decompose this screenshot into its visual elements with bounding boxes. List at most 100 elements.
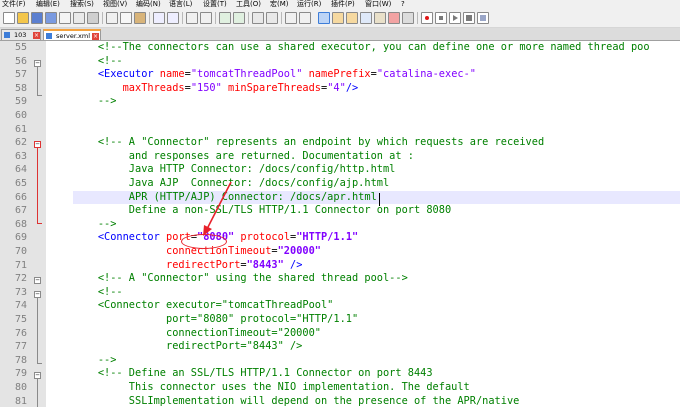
menu-window[interactable]: 窗口(W) (365, 0, 391, 9)
line-number: 78 (14, 354, 27, 366)
save-all-icon[interactable] (45, 12, 57, 24)
xml-tag: <Executor (97, 68, 154, 81)
hide-lines-icon[interactable] (402, 12, 414, 24)
menu-language[interactable]: 语言(L) (169, 0, 192, 9)
comment-text: port="8080" protocol="HTTP/1.1" (166, 313, 359, 325)
fold-marker-icon[interactable]: − (34, 372, 41, 379)
line-number: 67 (14, 205, 27, 217)
tab-server-xml[interactable]: server.xml × (43, 29, 101, 40)
comment-text: <!--The connectors can use a shared exec… (97, 41, 650, 53)
code-line: This connector uses the NIO implementati… (73, 381, 680, 395)
lang-icon[interactable] (332, 12, 344, 24)
code-line: redirectPort="8443" /> (73, 340, 680, 354)
annotation-circle (181, 234, 227, 249)
toolbar-separator (102, 12, 103, 24)
replace-icon[interactable] (200, 12, 212, 24)
open-icon[interactable] (17, 12, 29, 24)
line-number-gutter: 55 56 57 58 59 60 61 62 63 64 65 66 67 6… (0, 41, 46, 407)
code-line: <!-- A "Connector" represents an endpoin… (73, 136, 680, 150)
code-line: <Connector port="8080" protocol="HTTP/1.… (73, 231, 680, 245)
menu-encoding[interactable]: 编码(N) (136, 0, 161, 9)
save-macro-icon[interactable] (477, 12, 489, 24)
undo-icon[interactable] (153, 12, 165, 24)
find-icon[interactable] (186, 12, 198, 24)
func-list-icon[interactable] (360, 12, 372, 24)
line-number: 79 (14, 368, 27, 380)
code-line: connectionTimeout="20000" (73, 245, 680, 259)
fold-marker-icon[interactable]: − (34, 277, 41, 284)
toolbar-separator (215, 12, 216, 24)
xml-value: "tomcatThreadPool" (190, 68, 303, 81)
fold-marker-icon[interactable]: − (34, 60, 41, 67)
sync-v-icon[interactable] (252, 12, 264, 24)
code-line: --> (73, 354, 680, 368)
menu-edit[interactable]: 编辑(E) (36, 0, 60, 9)
play-macro-icon[interactable] (449, 12, 461, 24)
menu-run[interactable]: 运行(R) (297, 0, 321, 9)
fold-marker-icon[interactable]: − (34, 291, 41, 298)
line-number: 64 (14, 164, 27, 176)
menu-tools[interactable]: 工具(O) (236, 0, 261, 9)
paste-icon[interactable] (134, 12, 146, 24)
stop-macro-icon[interactable] (435, 12, 447, 24)
menu-search[interactable]: 搜索(S) (70, 0, 94, 9)
monitor-icon[interactable] (388, 12, 400, 24)
comment-text: Define a non-SSL/TLS HTTP/1.1 Connector … (128, 204, 452, 217)
sync-h-icon[interactable] (266, 12, 278, 24)
menu-help[interactable]: ? (401, 0, 405, 9)
zoom-in-icon[interactable] (219, 12, 231, 24)
tab-label: server.xml (56, 32, 91, 40)
xml-attribute: name (153, 68, 185, 81)
new-icon[interactable] (3, 12, 15, 24)
tab-103[interactable]: 103 × (1, 29, 41, 40)
wrap-icon[interactable] (285, 12, 297, 24)
close-all-icon[interactable] (73, 12, 85, 24)
code-line: connectionTimeout="20000" (73, 327, 680, 341)
line-number: 59 (14, 96, 27, 108)
record-macro-icon[interactable] (421, 12, 433, 24)
fold-marker-icon[interactable]: − (34, 141, 41, 148)
run-macro-multiple-icon[interactable] (463, 12, 475, 24)
file-icon (46, 33, 52, 39)
code-editor[interactable]: <!--The connectors can use a shared exec… (46, 41, 680, 407)
comment-text: Java AJP Connector: /docs/config/ajp.htm… (128, 177, 390, 189)
close-icon[interactable] (59, 12, 71, 24)
comment-text: redirectPort="8443" /> (166, 340, 303, 353)
cut-icon[interactable] (106, 12, 118, 24)
tab-bar: 103 × server.xml × (0, 28, 680, 41)
fold-end (37, 363, 42, 364)
menu-view[interactable]: 视图(V) (103, 0, 127, 9)
toolbar-separator (149, 12, 150, 24)
comment-text: connectionTimeout="20000" (166, 326, 321, 339)
line-number: 70 (14, 246, 27, 257)
menu-settings[interactable]: 设置(T) (203, 0, 227, 9)
zoom-out-icon[interactable] (233, 12, 245, 24)
doc-map-icon[interactable] (346, 12, 358, 24)
code-line: <Connector executor="tomcatThreadPool" (73, 299, 680, 313)
save-icon[interactable] (31, 12, 43, 24)
menu-plugins[interactable]: 插件(P) (331, 0, 355, 9)
menu-macro[interactable]: 宏(M) (270, 0, 289, 9)
code-line: maxThreads="150" minSpareThreads="4"/> (73, 82, 680, 96)
line-number: 68 (14, 218, 27, 230)
toolbar (0, 9, 680, 28)
line-number: 77 (14, 341, 27, 353)
menu-file[interactable]: 文件(F) (2, 0, 26, 9)
copy-icon[interactable] (120, 12, 132, 24)
comment-text: <Connector executor="tomcatThreadPool" (97, 299, 334, 312)
xml-tag: /> (283, 258, 303, 271)
line-number: 72 (14, 273, 27, 285)
redo-icon[interactable] (167, 12, 179, 24)
comment-text: <!-- Define an SSL/TLS HTTP/1.1 Connecto… (97, 367, 433, 380)
print-icon[interactable] (87, 12, 99, 24)
close-icon[interactable]: × (33, 32, 40, 39)
code-line: port="8080" protocol="HTTP/1.1" (73, 313, 680, 327)
close-icon[interactable]: × (92, 33, 99, 40)
folder-workspace-icon[interactable] (374, 12, 386, 24)
menu-bar: 文件(F) 编辑(E) 搜索(S) 视图(V) 编码(N) 语言(L) 设置(T… (0, 0, 680, 9)
indent-guide-icon[interactable] (318, 12, 330, 24)
line-number: 60 (14, 110, 27, 121)
comment-text: --> (97, 95, 117, 108)
all-chars-icon[interactable] (299, 12, 311, 24)
